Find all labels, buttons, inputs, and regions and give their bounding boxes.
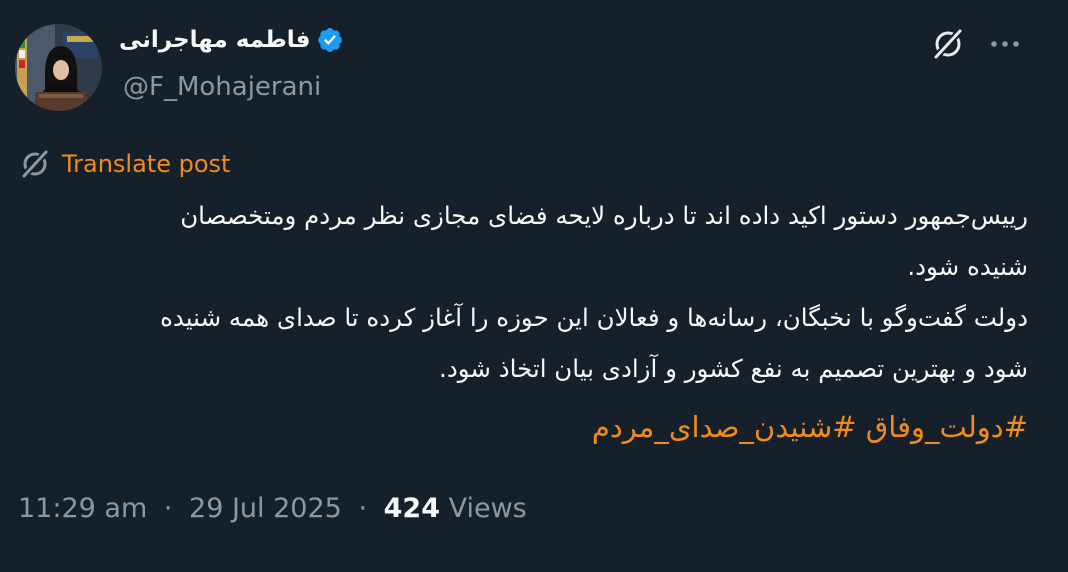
post-text-line: شنیده شود. [907,252,1028,281]
post-date[interactable]: 29 Jul 2025 [189,493,342,524]
author-display-name[interactable]: فاطمه مهاجرانی [119,27,310,53]
hashtag-link[interactable]: #شنیدن_صدای_مردم [592,410,857,444]
author-display-name-row[interactable]: فاطمه مهاجرانی [119,26,344,54]
meta-separator: · [163,493,173,524]
verified-badge-icon [316,26,344,54]
meta-separator: · [358,493,368,524]
post-hashtags: #دولت_وفاق #شنیدن_صدای_مردم [30,402,1028,452]
grok-translate-icon [18,147,52,181]
views-count[interactable]: 424 [384,493,440,524]
post-text-line: شود و بهترین تصمیم به نفع کشور و آزادی ب… [439,354,1028,383]
post-meta: 11:29 am · 29 Jul 2025 · 424 Views [18,493,527,524]
post-text-line: رییس‌جمهور دستور اکید داده اند تا درباره… [180,201,1028,230]
views-label[interactable]: Views [449,493,527,524]
grok-icon[interactable] [930,26,966,62]
post-text: رییس‌جمهور دستور اکید داده اند تا درباره… [30,190,1028,394]
translate-post-link[interactable]: Translate post [18,147,230,181]
author-handle[interactable]: @F_Mohajerani [123,72,321,102]
avatar[interactable] [15,24,102,111]
post-container: فاطمه مهاجرانی @F_Mohajerani Translate p… [0,0,1068,572]
translate-post-label[interactable]: Translate post [62,150,230,178]
post-text-line: دولت گفت‌وگو با نخبگان، رسانه‌ها و فعالا… [160,303,1028,332]
more-options-icon[interactable] [988,30,1022,58]
post-time[interactable]: 11:29 am [18,493,147,524]
hashtag-link[interactable]: #دولت_وفاق [866,410,1028,444]
